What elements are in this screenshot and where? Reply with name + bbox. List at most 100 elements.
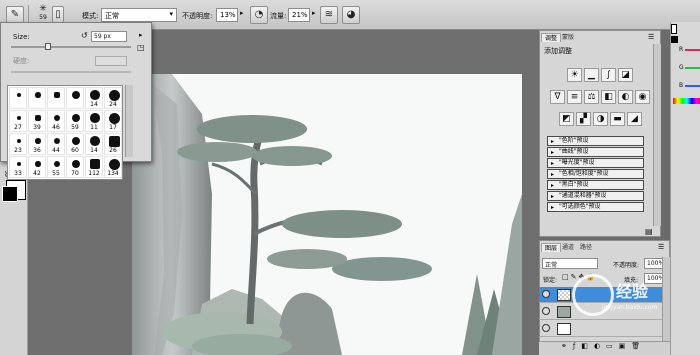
reset-size-icon[interactable]: ↺: [81, 31, 88, 40]
tab-adjustments[interactable]: 调整: [541, 33, 562, 42]
levels-icon[interactable]: ▁: [584, 68, 599, 82]
tablet-pressure-size-icon[interactable]: ◕: [342, 6, 360, 24]
brush-tip[interactable]: 59: [66, 110, 84, 132]
opacity-label: 不透明度:: [182, 12, 213, 20]
flow-label: 流量:: [270, 12, 287, 20]
brush-tip[interactable]: 60: [66, 133, 84, 155]
layers-menu-icon[interactable]: ☰: [658, 243, 664, 251]
photo-filter-icon[interactable]: ◐: [618, 90, 633, 104]
brush-tip[interactable]: 27: [9, 110, 27, 132]
channel-mixer-icon[interactable]: ◉: [635, 90, 650, 104]
tab-layers[interactable]: 图层: [541, 243, 562, 252]
brightness-contrast-icon[interactable]: ☀: [567, 68, 582, 82]
size-slider-thumb[interactable]: [45, 43, 51, 50]
black-white-icon[interactable]: ◧: [601, 90, 616, 104]
blend-mode-select[interactable]: 正常: [542, 258, 598, 269]
color-ramp[interactable]: [673, 98, 700, 104]
brush-tip-icon: [17, 139, 21, 143]
new-preset-icon[interactable]: ◳: [137, 43, 145, 52]
invert-icon[interactable]: ◩: [559, 112, 574, 126]
hardness-input[interactable]: [95, 56, 127, 66]
brush-tip[interactable]: 24: [104, 87, 122, 109]
layer-row[interactable]: [539, 321, 670, 337]
size-input[interactable]: 59 px: [91, 31, 127, 42]
brush-tip[interactable]: 33: [9, 156, 27, 178]
document-canvas[interactable]: [132, 74, 522, 355]
gradient-map-icon[interactable]: ▬: [610, 112, 625, 126]
preset-hue-saturation[interactable]: ▸ "色相/饱和度"预设: [547, 169, 644, 179]
curves-icon[interactable]: ∫: [601, 68, 616, 82]
adjustments-scrollbar[interactable]: [653, 44, 661, 226]
hardness-slider-track[interactable]: [11, 71, 131, 73]
brush-tip-icon: [108, 89, 120, 101]
exposure-icon[interactable]: ◪: [618, 68, 633, 82]
foreground-color-swatch[interactable]: [2, 186, 18, 202]
preset-black-white[interactable]: ▸ "黑白"预设: [547, 180, 644, 190]
visibility-eye-icon[interactable]: [542, 307, 550, 315]
brush-tip[interactable]: 134: [104, 156, 122, 178]
brush-grid-scrollbar[interactable]: [125, 85, 133, 157]
panel-footer-icon[interactable]: ▤: [645, 227, 653, 236]
picker-menu-icon[interactable]: ▸: [139, 31, 143, 39]
panel-menu-icon[interactable]: ☰: [648, 33, 654, 41]
brush-tip[interactable]: 42: [28, 156, 46, 178]
brush-tip[interactable]: [28, 87, 46, 109]
mode-select[interactable]: 正常 ▾: [101, 8, 177, 22]
hue-saturation-icon[interactable]: ≡: [567, 90, 582, 104]
color-balance-icon[interactable]: ⚖: [584, 90, 599, 104]
preset-selective-color[interactable]: ▸ "可选颜色"预设: [547, 202, 644, 212]
tab-masks[interactable]: 蒙版: [559, 33, 577, 42]
posterize-icon[interactable]: ▞: [576, 112, 591, 126]
brush-tip[interactable]: 26: [104, 133, 122, 155]
brush-tip[interactable]: 46: [47, 110, 65, 132]
flow-input[interactable]: 21%: [288, 8, 310, 22]
visibility-eye-icon[interactable]: [542, 290, 550, 298]
flow-dropdown-icon[interactable]: ▸: [312, 9, 316, 17]
airbrush-icon[interactable]: ≋: [320, 6, 338, 24]
color-panel-fg-swatch[interactable]: [671, 36, 678, 43]
brush-tip-size: 17: [109, 124, 117, 131]
brush-tip[interactable]: 39: [28, 110, 46, 132]
brush-tip[interactable]: 14: [85, 133, 103, 155]
tab-paths[interactable]: 路径: [577, 243, 595, 252]
tab-channels[interactable]: 通道: [559, 243, 577, 252]
opacity-dropdown-icon[interactable]: ▸: [240, 9, 244, 17]
channel-r-slider[interactable]: [685, 49, 700, 51]
preset-exposure[interactable]: ▸ "曝光度"预设: [547, 158, 644, 168]
preset-levels[interactable]: ▸ "色阶"预设: [547, 136, 644, 146]
preset-label: "黑白"预设: [559, 181, 589, 188]
layers-footer-icons[interactable]: ⚭ƒ◧◐▭▣🗑: [539, 341, 670, 355]
brush-tip[interactable]: [66, 87, 84, 109]
visibility-eye-icon[interactable]: [542, 324, 550, 332]
preset-channel-mixer[interactable]: ▸ "通道混和器"预设: [547, 191, 644, 201]
channel-b-slider[interactable]: [685, 85, 700, 87]
selective-color-icon[interactable]: ◢: [627, 112, 642, 126]
vibrance-icon[interactable]: ∇: [550, 90, 565, 104]
brush-tip-size: 112: [88, 170, 100, 177]
brush-tip[interactable]: 70: [66, 156, 84, 178]
brush-tip-icon: [17, 116, 21, 120]
brush-tip[interactable]: 112: [85, 156, 103, 178]
brush-tip[interactable]: 55: [47, 156, 65, 178]
size-slider-track[interactable]: [11, 46, 131, 48]
brush-tip[interactable]: 17: [104, 110, 122, 132]
brush-tip-size: 14: [90, 101, 98, 108]
brush-tip[interactable]: 14: [85, 87, 103, 109]
preset-label: "曝光度"预设: [559, 159, 595, 166]
opacity-input[interactable]: 13%: [216, 8, 238, 22]
lock-label: 锁定:: [543, 277, 558, 284]
tablet-pressure-opacity-icon[interactable]: ◔: [250, 6, 268, 24]
brush-tip[interactable]: [47, 87, 65, 109]
preset-label: "曲线"预设: [559, 148, 589, 155]
brush-tip[interactable]: [9, 87, 27, 109]
brush-tip[interactable]: 36: [28, 133, 46, 155]
preset-curves[interactable]: ▸ "曲线"预设: [547, 147, 644, 157]
brush-tip-icon: [90, 90, 100, 100]
threshold-icon[interactable]: ◑: [593, 112, 608, 126]
brush-tip[interactable]: 23: [9, 133, 27, 155]
brush-tip-size: 46: [52, 124, 60, 131]
brush-tip[interactable]: 11: [85, 110, 103, 132]
channel-g-slider[interactable]: [685, 67, 700, 69]
color-panel-bg-swatch[interactable]: [671, 24, 677, 34]
brush-tip[interactable]: 44: [47, 133, 65, 155]
